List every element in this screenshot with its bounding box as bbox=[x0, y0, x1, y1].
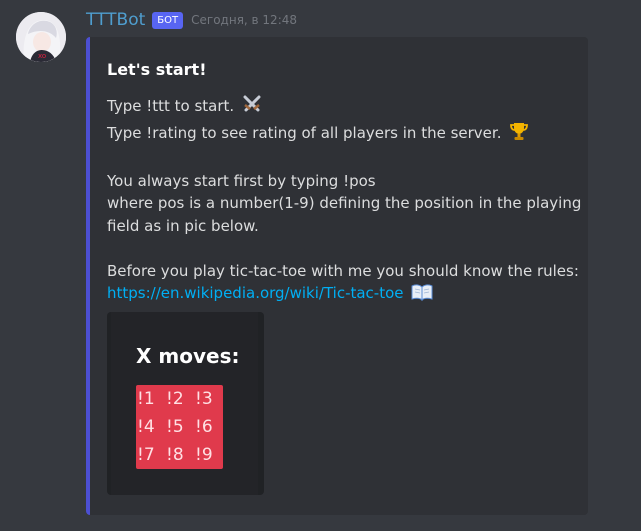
bot-badge: БОТ bbox=[152, 11, 184, 29]
embed-text-line: Type !rating to see rating of all player… bbox=[107, 123, 502, 142]
position-grid: !1 !2 !3 !4 !5 !6 !7 !8 !9 bbox=[136, 385, 223, 469]
grid-cell: !5 bbox=[166, 417, 184, 437]
embed-description: Type !ttt to start. Type !rating to see … bbox=[107, 94, 582, 308]
grid-cell: !7 bbox=[137, 445, 155, 465]
grid-cell: !4 bbox=[137, 417, 155, 437]
crossed-swords-icon bbox=[242, 94, 262, 121]
avatar[interactable]: xo bbox=[16, 12, 66, 62]
svg-text:xo: xo bbox=[38, 52, 46, 60]
embed-text-line: Before you play tic-tac-toe with me you … bbox=[107, 261, 579, 280]
embed-title: Let's start! bbox=[107, 60, 207, 79]
grid-cell: !6 bbox=[195, 417, 213, 437]
grid-cell: !3 bbox=[195, 389, 213, 409]
message-timestamp: Сегодня, в 12:48 bbox=[191, 13, 298, 27]
embed-text-line: Type !ttt to start. bbox=[107, 97, 235, 115]
embed-image[interactable]: X moves: !1 !2 !3 !4 !5 !6 !7 !8 !9 bbox=[107, 312, 264, 495]
embed-text-line: where pos is a number(1-9) defining the … bbox=[107, 194, 582, 212]
grid-cell: !9 bbox=[195, 445, 213, 465]
trophy-icon bbox=[509, 121, 529, 148]
wikipedia-link[interactable]: https://en.wikipedia.org/wiki/Tic-tac-to… bbox=[107, 284, 404, 302]
grid-cell: !8 bbox=[166, 445, 184, 465]
open-book-icon bbox=[411, 283, 433, 308]
grid-cell: !2 bbox=[166, 389, 184, 409]
image-title: X moves: bbox=[136, 344, 240, 368]
embed-text-line: You always start first by typing !pos bbox=[107, 171, 376, 190]
message-embed: Let's start! Type !ttt to start. Type !r… bbox=[86, 37, 588, 515]
embed-text-line: field as in pic below. bbox=[107, 216, 259, 235]
username[interactable]: TTTBot bbox=[86, 10, 145, 30]
grid-cell: !1 bbox=[137, 389, 155, 409]
